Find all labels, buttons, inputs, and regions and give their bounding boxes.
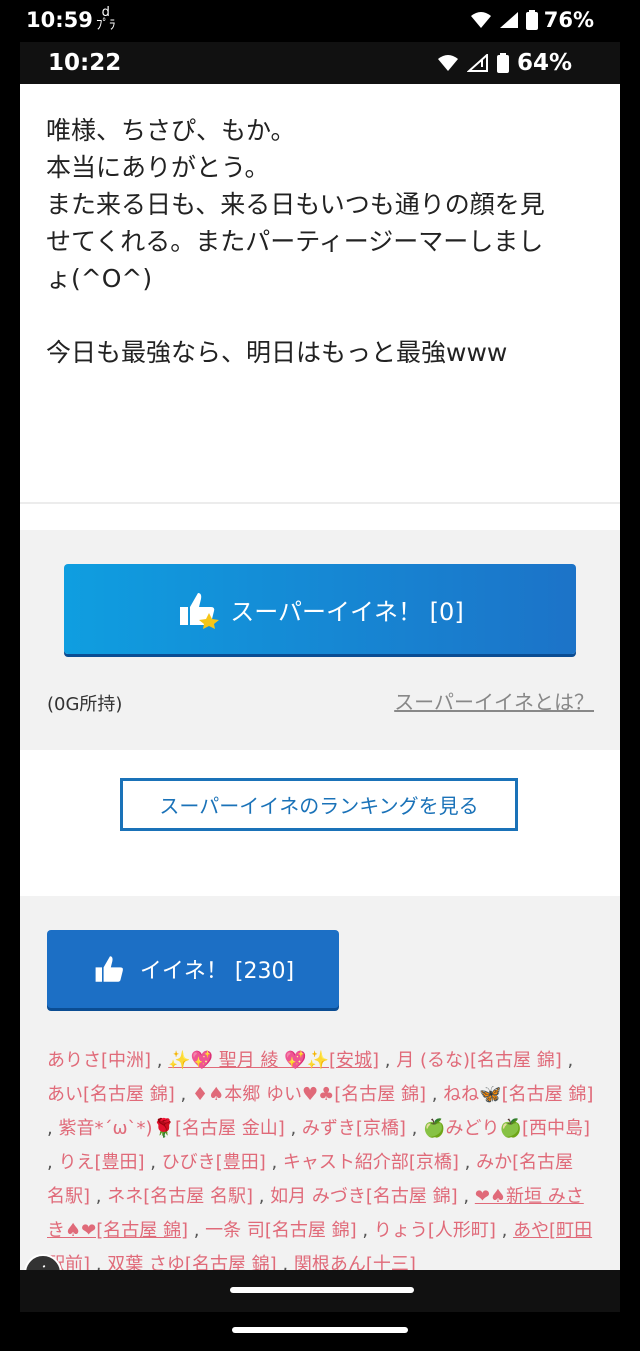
outer-nav-bar xyxy=(0,1312,640,1351)
liker-link[interactable]: ありさ[中洲] xyxy=(47,1050,151,1071)
signal-off-icon xyxy=(466,54,488,72)
view-ranking-button[interactable]: スーパーイイネのランキングを見る xyxy=(120,778,518,831)
like-label: イイネ！ [230] xyxy=(139,959,295,984)
home-gesture-handle[interactable] xyxy=(232,1327,408,1333)
inner-status-time: 10:22 xyxy=(48,50,122,76)
super-like-button[interactable]: スーパーイイネ！ [0] xyxy=(64,564,576,654)
liker-link[interactable]: ネネ[名古屋 名駅] xyxy=(107,1186,253,1207)
liker-link[interactable]: りえ[豊田] xyxy=(58,1152,144,1173)
wifi-icon xyxy=(470,12,491,28)
message-line: ょ(^O^) xyxy=(46,264,153,293)
battery-icon xyxy=(496,53,509,73)
liker-link[interactable]: ひびき[豊田] xyxy=(162,1152,266,1173)
likes-section: イイネ！ [230] ありさ[中洲] , ✨💖 聖月 綾 💖✨[安城] , 月 … xyxy=(20,896,620,1312)
likers-list: ありさ[中洲] , ✨💖 聖月 綾 💖✨[安城] , 月 (るな)[名古屋 錦]… xyxy=(47,1050,594,1275)
thumbs-up-icon xyxy=(95,956,123,982)
outer-status-right: 76% xyxy=(470,8,594,32)
message-line: 今日も最強なら、明日はもっと最強www xyxy=(46,338,508,367)
liker-link[interactable]: 紫音*´ω`*)🌹[名古屋 金山] xyxy=(58,1118,284,1139)
super-like-section: スーパーイイネ！ [0] (0G所持) スーパーイイネとは？ xyxy=(20,530,620,750)
page-content: 唯様、ちさぴ、もか。 本当にありがとう。 また来る日も、来る日もいつも通りの顔を… xyxy=(20,84,620,1312)
liker-link[interactable]: ♦♠本郷 ゆい♥♣[名古屋 錦] xyxy=(192,1084,426,1105)
outer-status-time: 10:59 xyxy=(26,8,93,32)
liker-link[interactable]: りょう[人形町] xyxy=(374,1220,496,1241)
outer-status-bar: 10:59 d ﾌﾟﾗ 76% xyxy=(0,0,640,42)
liker-link[interactable]: ✨💖 聖月 綾 💖✨[安城] xyxy=(168,1050,379,1071)
liker-link[interactable]: 🍏みどり🍏[西中島] xyxy=(423,1118,590,1139)
owned-points: (0G所持) xyxy=(47,694,123,715)
like-button[interactable]: イイネ！ [230] xyxy=(47,930,339,1008)
liker-link[interactable]: ねね🦋[名古屋 錦] xyxy=(443,1084,593,1105)
super-like-label: スーパーイイネ！ [0] xyxy=(230,597,464,626)
battery-icon xyxy=(525,10,538,30)
liker-link[interactable]: みずき[京橋] xyxy=(302,1118,406,1139)
screenshot-frame: 10:22 64% 唯様、ちさぴ、もか。 本当にありがとう。 また来る日も、来る… xyxy=(20,42,620,1312)
diary-message: 唯様、ちさぴ、もか。 本当にありがとう。 また来る日も、来る日もいつも通りの顔を… xyxy=(20,84,620,504)
inner-battery-percent: 64% xyxy=(516,50,572,76)
inner-status-right: 64% xyxy=(437,50,572,76)
liker-link[interactable]: 如月 みづき[名古屋 錦] xyxy=(270,1186,458,1207)
wifi-icon xyxy=(437,55,458,71)
liker-link[interactable]: キャスト紹介部[京橋] xyxy=(283,1152,459,1173)
message-line: せてくれる。またパーティージーマーしまし xyxy=(46,227,544,256)
signal-icon xyxy=(499,12,518,28)
inner-nav-bar xyxy=(20,1270,620,1312)
inner-status-bar: 10:22 64% xyxy=(20,42,620,84)
liker-link[interactable]: 月 (るな)[名古屋 錦] xyxy=(396,1050,562,1071)
liker-link[interactable]: 一条 司[名古屋 錦] xyxy=(205,1220,357,1241)
home-gesture-handle[interactable] xyxy=(230,1287,414,1293)
liker-link[interactable]: あい[名古屋 錦] xyxy=(47,1084,175,1105)
app-notification-icon: d ﾌﾟﾗ xyxy=(96,5,116,33)
thumbs-up-star-icon xyxy=(180,593,220,629)
what-is-super-like-link[interactable]: スーパーイイネとは？ xyxy=(394,686,594,715)
message-line: 本当にありがとう。 xyxy=(46,153,270,182)
message-line: また来る日も、来る日もいつも通りの顔を見 xyxy=(46,190,545,219)
ranking-section: スーパーイイネのランキングを見る xyxy=(20,750,620,896)
outer-battery-percent: 76% xyxy=(543,8,594,32)
message-line: 唯様、ちさぴ、もか。 xyxy=(46,116,296,145)
